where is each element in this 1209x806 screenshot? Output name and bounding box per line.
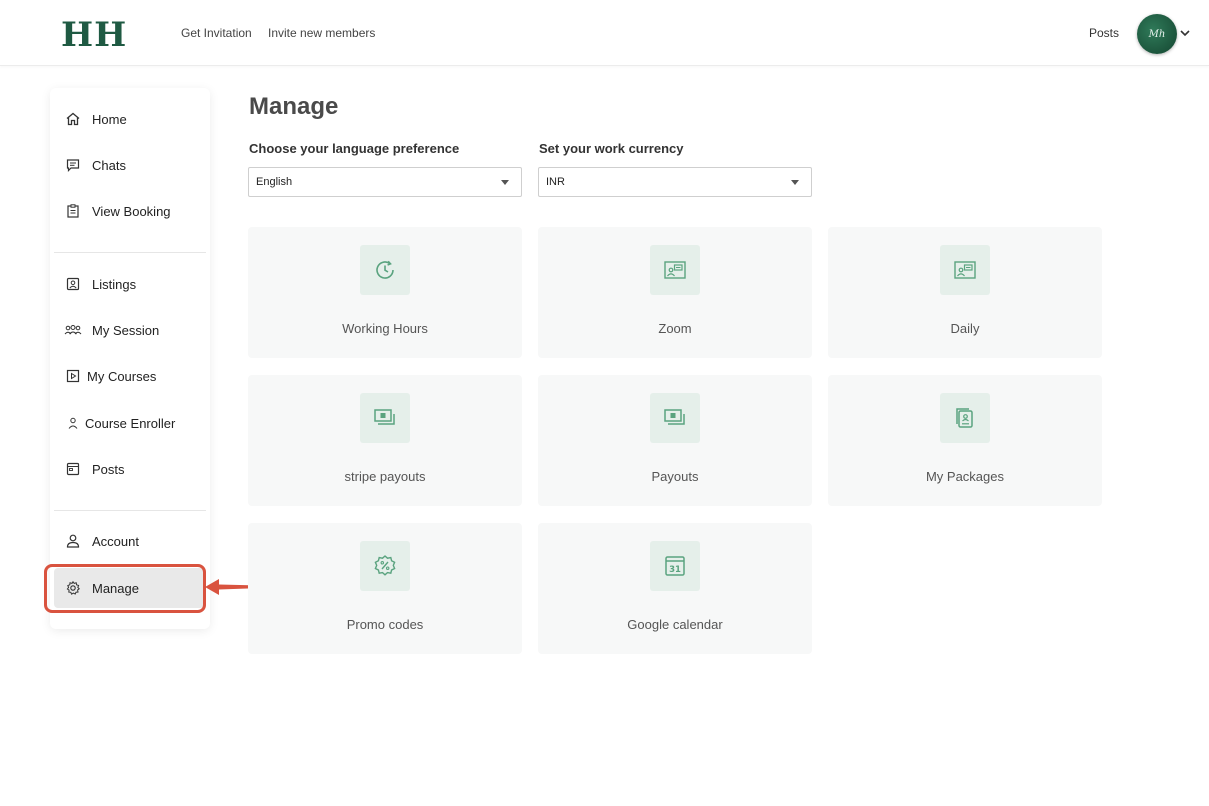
currency-select[interactable]: INR bbox=[538, 167, 812, 197]
sidebar-item-course-enroller[interactable]: Course Enroller bbox=[50, 408, 210, 438]
card-daily[interactable]: Daily bbox=[828, 227, 1102, 358]
card-my-packages[interactable]: My Packages bbox=[828, 375, 1102, 506]
card-stripe-payouts[interactable]: stripe payouts bbox=[248, 375, 522, 506]
sidebar-item-label: Account bbox=[92, 533, 139, 549]
sidebar-item-my-session[interactable]: My Session bbox=[50, 315, 210, 345]
nav-get-invitation[interactable]: Get Invitation bbox=[181, 26, 252, 40]
page-title: Manage bbox=[249, 93, 339, 120]
sidebar-item-label: View Booking bbox=[92, 203, 171, 219]
clock-refresh-icon bbox=[360, 245, 410, 295]
language-label: Choose your language preference bbox=[249, 141, 460, 156]
browser-icon bbox=[64, 460, 82, 478]
card-zoom[interactable]: Zoom bbox=[538, 227, 812, 358]
top-header: HH Get Invitation Invite new members Pos… bbox=[0, 0, 1209, 66]
card-label: Daily bbox=[950, 321, 980, 336]
sidebar-item-listings[interactable]: Listings bbox=[50, 269, 210, 299]
package-icon bbox=[940, 393, 990, 443]
caret-down-icon bbox=[791, 180, 799, 185]
sidebar-item-label: Chats bbox=[92, 157, 126, 173]
card-label: stripe payouts bbox=[344, 469, 426, 484]
video-card-icon bbox=[650, 245, 700, 295]
avatar-text: Mh bbox=[1148, 28, 1166, 40]
card-google-calendar[interactable]: 31 Google calendar bbox=[538, 523, 812, 654]
card-working-hours[interactable]: Working Hours bbox=[248, 227, 522, 358]
sidebar-item-label: Course Enroller bbox=[85, 415, 176, 431]
language-select-value: English bbox=[256, 176, 293, 188]
sidebar-item-label: Home bbox=[92, 111, 127, 127]
card-label: My Packages bbox=[925, 469, 1005, 484]
video-card-icon bbox=[940, 245, 990, 295]
card-promo-codes[interactable]: Promo codes bbox=[248, 523, 522, 654]
sidebar-item-label: My Courses bbox=[87, 368, 157, 384]
sidebar-item-my-courses[interactable]: My Courses bbox=[50, 361, 210, 391]
currency-label: Set your work currency bbox=[539, 141, 684, 156]
card-label: Promo codes bbox=[346, 617, 424, 632]
logo[interactable]: HH bbox=[61, 15, 127, 55]
nav-invite-members[interactable]: Invite new members bbox=[268, 26, 375, 40]
sidebar-divider bbox=[54, 510, 206, 511]
home-icon bbox=[64, 110, 82, 128]
card-label: Working Hours bbox=[342, 321, 428, 336]
gear-icon bbox=[64, 579, 82, 597]
id-card-icon bbox=[64, 275, 82, 293]
header-posts-link[interactable]: Posts bbox=[1089, 26, 1119, 40]
sidebar-item-label: Posts bbox=[92, 461, 125, 477]
sidebar-item-label: Manage bbox=[92, 580, 139, 596]
sidebar-item-label: My Session bbox=[92, 322, 160, 338]
currency-select-value: INR bbox=[546, 176, 565, 188]
discount-badge-icon bbox=[360, 541, 410, 591]
sidebar-item-chats[interactable]: Chats bbox=[50, 150, 210, 180]
card-label: Zoom bbox=[658, 321, 692, 336]
chevron-down-icon[interactable] bbox=[1179, 27, 1191, 39]
user-icon bbox=[64, 532, 82, 550]
sidebar-item-view-booking[interactable]: View Booking bbox=[50, 196, 210, 226]
svg-text:31: 31 bbox=[669, 565, 681, 575]
sidebar-item-home[interactable]: Home bbox=[50, 104, 210, 134]
sidebar-divider bbox=[54, 252, 206, 253]
sidebar-item-posts[interactable]: Posts bbox=[50, 454, 210, 484]
play-icon bbox=[64, 367, 82, 385]
card-payouts[interactable]: Payouts bbox=[538, 375, 812, 506]
caret-down-icon bbox=[501, 180, 509, 185]
calendar-icon: 31 bbox=[650, 541, 700, 591]
sidebar: Home Chats View Booking Listings My Sess… bbox=[50, 88, 210, 629]
sidebar-item-manage[interactable]: Manage bbox=[54, 568, 204, 608]
sidebar-item-account[interactable]: Account bbox=[50, 526, 210, 556]
language-select[interactable]: English bbox=[248, 167, 522, 197]
group-icon bbox=[64, 321, 82, 339]
cash-icon bbox=[650, 393, 700, 443]
chat-icon bbox=[64, 156, 82, 174]
card-label: Google calendar bbox=[627, 617, 723, 632]
card-label: Payouts bbox=[651, 469, 699, 484]
sidebar-item-label: Listings bbox=[92, 276, 137, 292]
person-icon bbox=[64, 414, 82, 432]
cash-icon bbox=[360, 393, 410, 443]
clipboard-icon bbox=[64, 202, 82, 220]
avatar[interactable]: Mh bbox=[1137, 14, 1177, 54]
